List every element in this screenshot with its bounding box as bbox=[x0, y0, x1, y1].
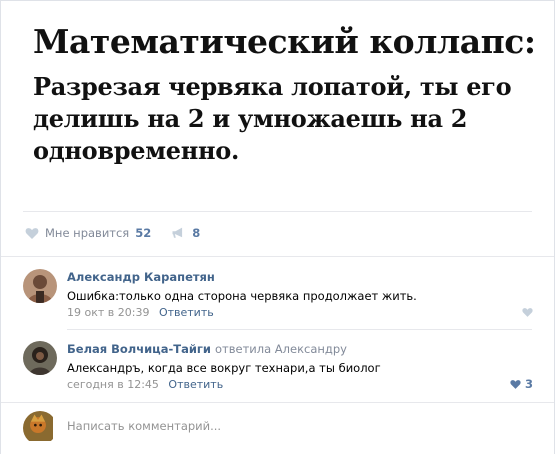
comment-item: Александр Карапетян Ошибка:только одна с… bbox=[23, 269, 533, 329]
heart-icon bbox=[510, 380, 521, 389]
comment-author[interactable]: Александр Карапетян bbox=[67, 269, 527, 285]
avatar[interactable] bbox=[23, 341, 57, 375]
comment-item: Белая Волчица-Тайги ответила Александру … bbox=[23, 341, 533, 403]
comment-author[interactable]: Белая Волчица-Тайги bbox=[67, 342, 211, 356]
comment-time[interactable]: сегодня в 12:45 bbox=[67, 378, 159, 391]
comment-text: Ошибка:только одна сторона червяка продо… bbox=[67, 289, 417, 303]
meme-title: Математический коллапс: bbox=[33, 22, 536, 61]
divider bbox=[67, 329, 532, 330]
reply-to-label[interactable]: ответила Александру bbox=[215, 342, 347, 356]
comment-time[interactable]: 19 окт в 20:39 bbox=[67, 306, 149, 319]
comment-input[interactable]: Написать комментарий... bbox=[67, 419, 221, 433]
comment-text: Александръ, когда все вокруг технари,а т… bbox=[67, 361, 381, 375]
post-card: Математический коллапс: Разрезая червяка… bbox=[0, 0, 555, 454]
heart-icon bbox=[522, 308, 533, 317]
share-count: 8 bbox=[192, 226, 201, 240]
comments-section: Александр Карапетян Ошибка:только одна с… bbox=[1, 256, 554, 454]
divider bbox=[23, 211, 532, 212]
meme-body: Разрезая червяка лопатой, ты его делишь … bbox=[33, 72, 512, 165]
meme-image: Математический коллапс: Разрезая червяка… bbox=[33, 21, 536, 167]
divider bbox=[1, 402, 554, 403]
reply-button[interactable]: Ответить bbox=[159, 306, 214, 319]
reply-button[interactable]: Ответить bbox=[168, 378, 223, 391]
post-actions: Мне нравится 52 8 bbox=[25, 225, 220, 241]
like-button[interactable]: Мне нравится 52 bbox=[25, 226, 151, 240]
avatar[interactable] bbox=[23, 269, 57, 303]
heart-icon bbox=[25, 228, 39, 239]
like-label: Мне нравится bbox=[45, 226, 130, 240]
share-button[interactable]: 8 bbox=[171, 226, 200, 240]
current-user-avatar[interactable] bbox=[23, 411, 57, 445]
comment-like-button[interactable] bbox=[522, 307, 533, 317]
megaphone-icon bbox=[172, 227, 183, 238]
comment-like-button[interactable]: 3 bbox=[510, 377, 533, 391]
like-count: 52 bbox=[135, 226, 152, 240]
comment-like-count: 3 bbox=[524, 377, 533, 391]
